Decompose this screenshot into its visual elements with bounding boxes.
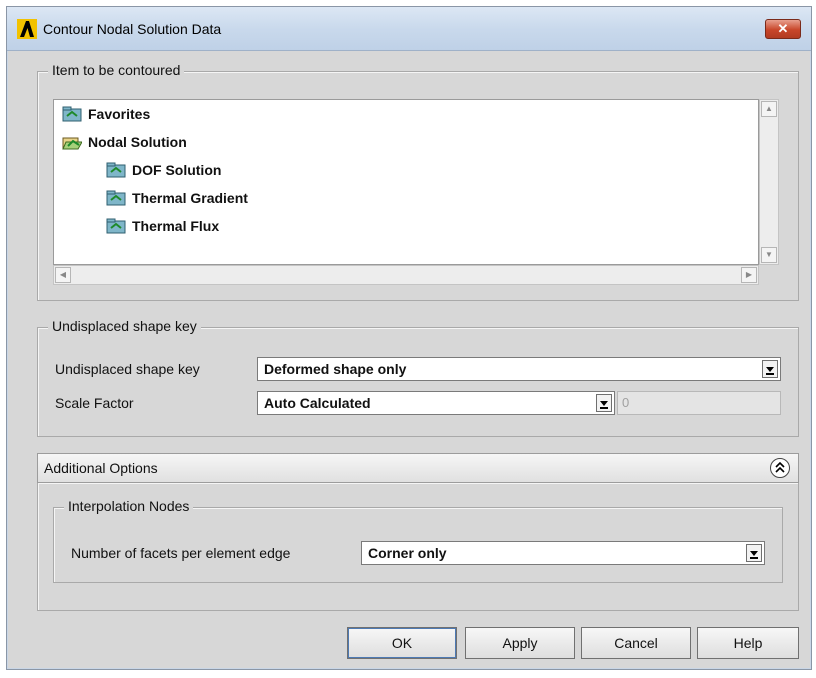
tree-item-label: DOF Solution (132, 162, 222, 178)
tree-item-label: Thermal Flux (132, 218, 220, 234)
tree-item-thermal-gradient[interactable]: Thermal Gradient (106, 190, 248, 206)
undisplaced-group-label: Undisplaced shape key (48, 318, 201, 334)
shape-key-dropdown[interactable]: Deformed shape only (257, 357, 781, 381)
tree-item-thermal-flux[interactable]: Thermal Flux (106, 218, 219, 234)
tree-item-dof-solution[interactable]: DOF Solution (106, 162, 221, 178)
chevron-down-icon[interactable] (746, 544, 762, 562)
ok-button[interactable]: OK (347, 627, 457, 659)
tree-vertical-scrollbar[interactable]: ▲ ▼ (759, 99, 779, 265)
item-group-label: Item to be contoured (48, 62, 185, 78)
tree-item-label: Favorites (88, 106, 151, 122)
interpolation-group-label: Interpolation Nodes (64, 498, 194, 514)
shape-key-value: Deformed shape only (264, 361, 407, 377)
facets-dropdown[interactable]: Corner only (361, 541, 765, 565)
window-title: Contour Nodal Solution Data (43, 21, 222, 37)
scale-factor-dropdown[interactable]: Auto Calculated (257, 391, 615, 415)
folder-closed-icon (62, 106, 82, 122)
title-bar[interactable]: Contour Nodal Solution Data ✕ (7, 7, 811, 51)
additional-options-label: Additional Options (44, 460, 158, 476)
cancel-button[interactable]: Cancel (581, 627, 691, 659)
facets-label: Number of facets per element edge (71, 545, 291, 561)
collapse-icon[interactable] (770, 458, 790, 478)
tree-item-label: Nodal Solution (88, 134, 187, 150)
chevron-down-icon[interactable] (762, 360, 778, 378)
scroll-left-button[interactable]: ◀ (55, 267, 71, 283)
tree-item-label: Thermal Gradient (132, 190, 248, 206)
scale-factor-value: Auto Calculated (264, 395, 371, 411)
tree-item-favorites[interactable]: Favorites (62, 106, 150, 122)
folder-closed-icon (106, 190, 126, 206)
scroll-right-button[interactable]: ▶ (741, 267, 757, 283)
tree-horizontal-scrollbar[interactable]: ◀ ▶ (53, 265, 759, 285)
chevron-down-icon[interactable] (596, 394, 612, 412)
tree-item-nodal-solution[interactable]: Nodal Solution (62, 134, 187, 150)
folder-open-icon (62, 137, 82, 150)
scroll-up-button[interactable]: ▲ (761, 101, 777, 117)
scale-factor-label: Scale Factor (55, 395, 134, 411)
additional-options-header[interactable]: Additional Options (37, 453, 799, 483)
close-button[interactable]: ✕ (765, 19, 801, 39)
folder-closed-icon (106, 162, 126, 178)
scale-factor-input: 0 (617, 391, 781, 415)
help-button[interactable]: Help (697, 627, 799, 659)
apply-button[interactable]: Apply (465, 627, 575, 659)
facets-value: Corner only (368, 545, 447, 561)
shape-key-label: Undisplaced shape key (55, 361, 200, 377)
folder-closed-icon (106, 218, 126, 234)
undisplaced-shape-group: Undisplaced shape key (37, 318, 799, 437)
scroll-down-button[interactable]: ▼ (761, 247, 777, 263)
dialog-window: Contour Nodal Solution Data ✕ Item to be… (6, 6, 812, 670)
ansys-logo-icon (17, 19, 37, 39)
solution-tree[interactable]: Favorites Nodal Solution DOF Solution Th… (53, 99, 759, 265)
